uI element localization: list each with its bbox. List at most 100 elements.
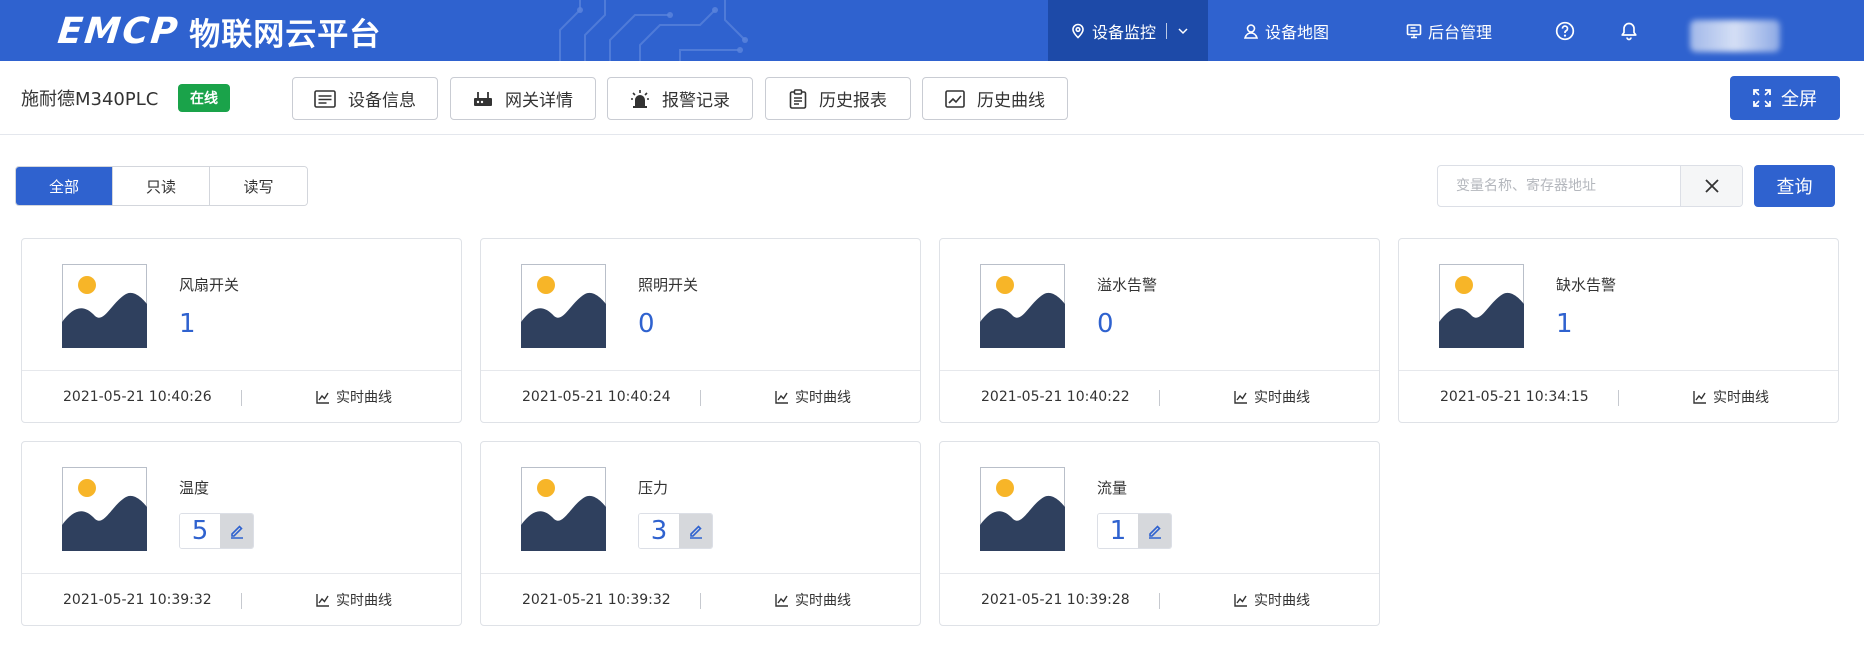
filter-read-only[interactable]: 只读 [113, 167, 210, 205]
close-icon [1704, 179, 1719, 193]
footer-divider [1159, 390, 1160, 406]
tab-history-report-label: 历史报表 [819, 91, 887, 111]
update-timestamp: 2021-05-21 10:40:22 [981, 388, 1130, 405]
tab-gateway-label: 网关详情 [505, 91, 573, 111]
tab-gateway[interactable]: 网关详情 [450, 77, 596, 120]
variable-card: 压力 3 2021-05-21 10:39:32 实时曲线 [480, 441, 921, 626]
access-filter: 全部 只读 读写 [15, 166, 308, 206]
bell-icon [1621, 22, 1637, 40]
variable-name: 缺水告警 [1556, 276, 1617, 294]
variable-value: 1 [1098, 514, 1138, 548]
nav-admin[interactable]: 后台管理 [1406, 0, 1492, 61]
clear-search-button[interactable] [1680, 166, 1742, 206]
tab-device-info[interactable]: 设备信息 [292, 77, 438, 120]
variable-value-editor: 5 [179, 513, 254, 549]
update-timestamp: 2021-05-21 10:39:32 [522, 591, 671, 608]
search-input[interactable] [1438, 166, 1680, 206]
variable-value: 1 [1556, 309, 1573, 339]
edit-value-button[interactable] [679, 514, 712, 548]
card-footer: 2021-05-21 10:39:32 实时曲线 [22, 573, 461, 625]
pencil-icon [689, 525, 702, 539]
placeholder-image-icon [62, 264, 147, 348]
device-header: 施耐德M340PLC 在线 设备信息 网关详情 报警记录 历史报表 历史曲线 全… [0, 61, 1864, 135]
device-info-icon [314, 89, 336, 108]
filter-read-write[interactable]: 读写 [210, 167, 307, 205]
realtime-curve-label: 实时曲线 [795, 592, 851, 609]
footer-divider [700, 390, 701, 406]
variable-name: 照明开关 [638, 276, 699, 294]
variable-value: 5 [180, 514, 220, 548]
tab-history-curve[interactable]: 历史曲线 [922, 77, 1068, 120]
variable-value: 3 [639, 514, 679, 548]
alarm-icon [631, 89, 649, 108]
update-timestamp: 2021-05-21 10:39:32 [63, 591, 212, 608]
realtime-curve-link[interactable]: 实时曲线 [775, 590, 851, 610]
placeholder-image-icon [980, 467, 1065, 551]
card-footer: 2021-05-21 10:39:32 实时曲线 [481, 573, 920, 625]
line-chart-icon [775, 390, 788, 404]
footer-divider [1159, 593, 1160, 609]
update-timestamp: 2021-05-21 10:34:15 [1440, 388, 1589, 405]
realtime-curve-link[interactable]: 实时曲线 [1234, 590, 1310, 610]
variable-value-editor: 3 [638, 513, 713, 549]
line-chart-icon [1234, 593, 1247, 607]
footer-divider [700, 593, 701, 609]
variable-card: 溢水告警 0 2021-05-21 10:40:22 实时曲线 [939, 238, 1380, 423]
nav-separator [1166, 22, 1168, 39]
pencil-icon [230, 525, 243, 539]
placeholder-image-icon [1439, 264, 1524, 348]
tab-alarm-records-label: 报警记录 [662, 91, 730, 111]
nav-device-map-label: 设备地图 [1265, 22, 1330, 42]
card-footer: 2021-05-21 10:40:22 实时曲线 [940, 370, 1379, 422]
line-chart-icon [316, 390, 329, 404]
logo[interactable]: EMCP 物联网云平台 [56, 10, 381, 53]
variable-card: 流量 1 2021-05-21 10:39:28 实时曲线 [939, 441, 1380, 626]
user-avatar[interactable] [1690, 20, 1780, 52]
variable-name: 温度 [179, 479, 210, 497]
variable-value: 1 [179, 309, 196, 339]
line-chart-icon [1234, 390, 1247, 404]
gateway-icon [474, 91, 492, 106]
tab-device-info-label: 设备信息 [348, 91, 416, 111]
line-chart-icon [775, 593, 788, 607]
update-timestamp: 2021-05-21 10:39:28 [981, 591, 1130, 608]
tab-history-report[interactable]: 历史报表 [765, 77, 911, 120]
filter-all[interactable]: 全部 [16, 167, 113, 205]
edit-value-button[interactable] [1138, 514, 1171, 548]
realtime-curve-label: 实时曲线 [1713, 389, 1769, 406]
tab-history-curve-label: 历史曲线 [977, 91, 1045, 111]
notification-button[interactable] [1619, 0, 1645, 61]
chevron-down-icon[interactable] [1177, 25, 1189, 37]
admin-screen-icon [1406, 23, 1422, 38]
realtime-curve-link[interactable]: 实时曲线 [1234, 387, 1310, 407]
nav-device-map[interactable]: 设备地图 [1243, 0, 1329, 61]
fullscreen-button[interactable]: 全屏 [1730, 76, 1840, 120]
tab-alarm-records[interactable]: 报警记录 [607, 77, 753, 120]
nav-device-monitor[interactable]: 设备监控 [1048, 0, 1208, 61]
variable-value: 0 [1097, 309, 1114, 339]
pencil-icon [1148, 525, 1161, 539]
clipboard-icon [789, 88, 807, 109]
realtime-curve-link[interactable]: 实时曲线 [775, 387, 851, 407]
footer-divider [1618, 390, 1619, 406]
placeholder-image-icon [62, 467, 147, 551]
variable-name: 溢水告警 [1097, 276, 1158, 294]
footer-divider [241, 390, 242, 406]
realtime-curve-link[interactable]: 实时曲线 [316, 387, 392, 407]
variable-value: 0 [638, 309, 655, 339]
realtime-curve-label: 实时曲线 [1254, 592, 1310, 609]
device-name: 施耐德M340PLC [21, 89, 159, 110]
query-button[interactable]: 查询 [1754, 165, 1835, 207]
realtime-curve-label: 实时曲线 [336, 389, 392, 406]
fullscreen-icon [1753, 89, 1771, 107]
edit-value-button[interactable] [220, 514, 253, 548]
realtime-curve-label: 实时曲线 [336, 592, 392, 609]
help-button[interactable] [1555, 0, 1581, 61]
variable-name: 压力 [638, 479, 669, 497]
realtime-curve-link[interactable]: 实时曲线 [316, 590, 392, 610]
card-footer: 2021-05-21 10:39:28 实时曲线 [940, 573, 1379, 625]
placeholder-image-icon [980, 264, 1065, 348]
realtime-curve-link[interactable]: 实时曲线 [1693, 387, 1769, 407]
nav-admin-label: 后台管理 [1428, 22, 1493, 42]
monitor-pin-icon [1072, 23, 1084, 39]
